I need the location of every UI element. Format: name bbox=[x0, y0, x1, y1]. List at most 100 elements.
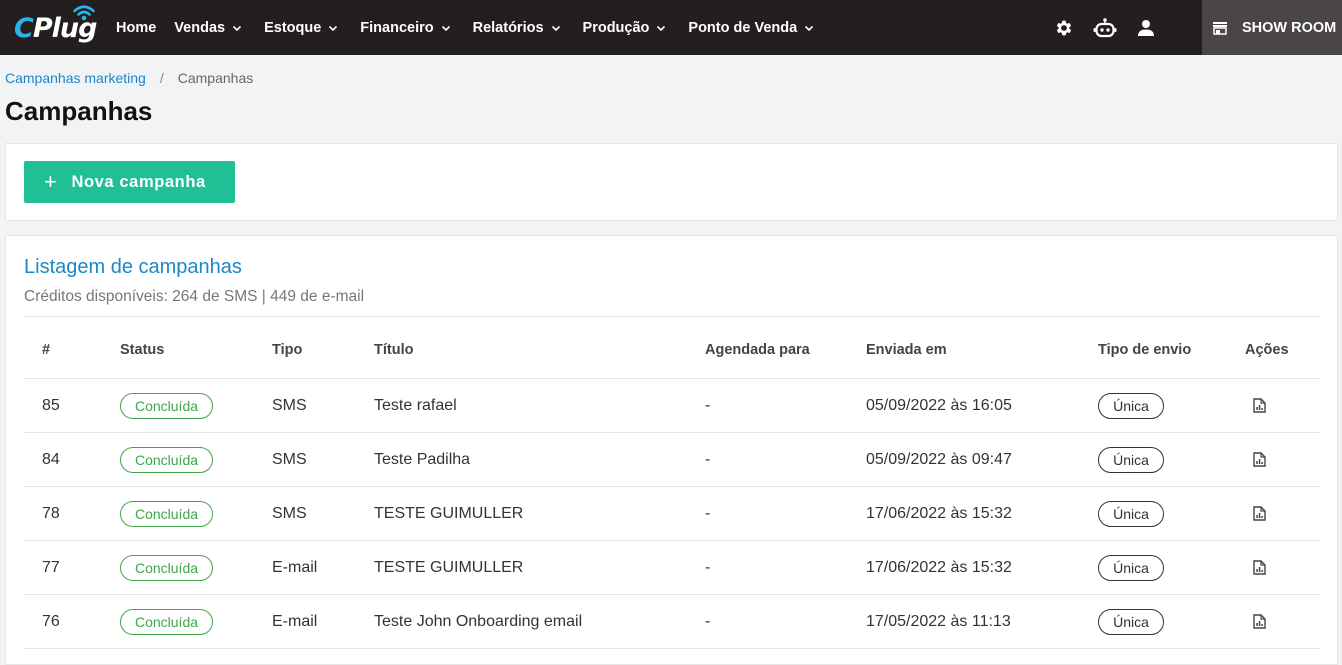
report-icon[interactable] bbox=[1253, 398, 1269, 414]
col-header-status: Status bbox=[120, 342, 165, 358]
row-tipo: E-mail bbox=[272, 612, 318, 630]
row-id: 77 bbox=[42, 558, 60, 576]
nav-producao[interactable]: Produção bbox=[583, 20, 667, 36]
row-enviada: 17/06/2022 às 15:32 bbox=[866, 504, 1012, 522]
chevron-down-icon bbox=[441, 25, 450, 31]
col-header-tipo-envio: Tipo de envio bbox=[1098, 342, 1192, 358]
report-icon[interactable] bbox=[1253, 614, 1269, 630]
row-titulo: TESTE GUIMULLER bbox=[374, 558, 524, 576]
col-header-enviada: Enviada em bbox=[866, 342, 947, 358]
credits-info: Créditos disponíveis: 264 de SMS | 449 d… bbox=[24, 288, 365, 305]
breadcrumb-separator: / bbox=[159, 70, 164, 86]
status-badge: Concluída bbox=[120, 608, 213, 635]
campaigns-table: # Status Tipo Título Agendada para Envia… bbox=[24, 317, 1320, 649]
logo-letter-c: C bbox=[14, 13, 34, 44]
main-nav: Home Vendas Estoque Financeiro Relatório… bbox=[116, 0, 836, 55]
page-title: Campanhas bbox=[5, 96, 153, 126]
row-agendada: - bbox=[705, 558, 711, 576]
row-status: Concluída bbox=[120, 379, 213, 432]
report-icon[interactable] bbox=[1253, 452, 1269, 468]
top-navbar: CPlug Home Vendas Estoque Financeiro Rel… bbox=[0, 0, 1342, 55]
nav-vendas-label: Vendas bbox=[174, 19, 226, 36]
row-titulo: Teste rafael bbox=[374, 396, 457, 414]
row-tipo: SMS bbox=[272, 450, 307, 468]
new-campaign-button[interactable]: + Nova campanha bbox=[24, 161, 235, 203]
user-menu-button[interactable] bbox=[1134, 16, 1158, 40]
row-tipo-envio: Única bbox=[1098, 433, 1164, 486]
row-acoes bbox=[1245, 541, 1269, 594]
show-room-button[interactable]: SHOW ROOM bbox=[1202, 0, 1342, 55]
nav-vendas[interactable]: Vendas bbox=[174, 20, 242, 36]
wifi-icon bbox=[73, 5, 95, 21]
nav-estoque-label: Estoque bbox=[264, 19, 322, 36]
table-row: 77 Concluída E-mail TESTE GUIMULLER - 17… bbox=[24, 541, 1320, 595]
row-status: Concluída bbox=[120, 433, 213, 486]
settings-button[interactable] bbox=[1052, 16, 1076, 40]
breadcrumb-parent-link[interactable]: Campanhas marketing bbox=[5, 70, 146, 86]
row-enviada: 17/06/2022 às 15:32 bbox=[866, 558, 1012, 576]
row-acoes bbox=[1245, 487, 1269, 540]
actions-card: + Nova campanha bbox=[5, 143, 1338, 221]
show-room-label: SHOW ROOM bbox=[1242, 19, 1337, 36]
row-tipo-envio: Única bbox=[1098, 595, 1164, 648]
row-tipo: E-mail bbox=[272, 558, 318, 576]
table-row: 76 Concluída E-mail Teste John Onboardin… bbox=[24, 595, 1320, 649]
send-type-badge: Única bbox=[1098, 392, 1164, 419]
status-badge: Concluída bbox=[120, 554, 213, 581]
chevron-down-icon bbox=[657, 25, 666, 31]
send-type-badge: Única bbox=[1098, 446, 1164, 473]
row-enviada: 05/09/2022 às 16:05 bbox=[866, 396, 1012, 414]
row-acoes bbox=[1245, 433, 1269, 486]
col-header-titulo: Título bbox=[374, 342, 414, 358]
row-tipo-envio: Única bbox=[1098, 487, 1164, 540]
chevron-down-icon bbox=[329, 25, 338, 31]
col-header-agendada: Agendada para bbox=[705, 342, 810, 358]
store-icon bbox=[1213, 21, 1227, 35]
new-campaign-label: Nova campanha bbox=[71, 172, 206, 191]
nav-estoque[interactable]: Estoque bbox=[264, 20, 338, 36]
report-icon[interactable] bbox=[1253, 506, 1269, 522]
assistant-button[interactable] bbox=[1093, 16, 1117, 40]
row-agendada: - bbox=[705, 504, 711, 522]
row-titulo: TESTE GUIMULLER bbox=[374, 504, 524, 522]
row-enviada: 17/05/2022 às 11:13 bbox=[866, 612, 1011, 630]
row-agendada: - bbox=[705, 612, 711, 630]
top-icons bbox=[1052, 0, 1175, 55]
row-titulo: Teste Padilha bbox=[374, 450, 471, 468]
row-id: 84 bbox=[42, 450, 60, 468]
chevron-down-icon bbox=[805, 25, 814, 31]
chevron-down-icon bbox=[551, 25, 560, 31]
row-id: 78 bbox=[42, 504, 60, 522]
campaign-list-card: Listagem de campanhas Créditos disponíve… bbox=[5, 235, 1338, 665]
row-tipo: SMS bbox=[272, 504, 307, 522]
nav-producao-label: Produção bbox=[582, 19, 650, 36]
row-status: Concluída bbox=[120, 595, 213, 648]
nav-home-label: Home bbox=[116, 19, 157, 36]
col-header-id: # bbox=[42, 342, 51, 358]
nav-home[interactable]: Home bbox=[116, 20, 156, 36]
plus-icon: + bbox=[44, 169, 58, 194]
chevron-down-icon bbox=[233, 25, 242, 31]
breadcrumb: Campanhas marketing / Campanhas bbox=[5, 70, 253, 86]
table-row: 85 Concluída SMS Teste rafael - 05/09/20… bbox=[24, 379, 1320, 433]
row-status: Concluída bbox=[120, 541, 213, 594]
status-badge: Concluída bbox=[120, 392, 213, 419]
nav-relatorios[interactable]: Relatórios bbox=[473, 20, 561, 36]
nav-financeiro[interactable]: Financeiro bbox=[360, 20, 450, 36]
nav-ponto-de-venda[interactable]: Ponto de Venda bbox=[688, 20, 814, 36]
row-status: Concluída bbox=[120, 487, 213, 540]
row-agendada: - bbox=[705, 396, 711, 414]
report-icon[interactable] bbox=[1253, 560, 1269, 576]
nav-financeiro-label: Financeiro bbox=[360, 19, 434, 36]
cplug-logo[interactable]: CPlug bbox=[14, 5, 98, 47]
send-type-badge: Única bbox=[1098, 554, 1164, 581]
status-badge: Concluída bbox=[120, 446, 213, 473]
nav-relatorios-label: Relatórios bbox=[472, 19, 544, 36]
table-row: 78 Concluída SMS TESTE GUIMULLER - 17/06… bbox=[24, 487, 1320, 541]
send-type-badge: Única bbox=[1098, 500, 1164, 527]
table-row: 84 Concluída SMS Teste Padilha - 05/09/2… bbox=[24, 433, 1320, 487]
send-type-badge: Única bbox=[1098, 608, 1164, 635]
row-tipo: SMS bbox=[272, 396, 307, 414]
row-enviada: 05/09/2022 às 09:47 bbox=[866, 450, 1012, 468]
breadcrumb-current: Campanhas bbox=[177, 70, 254, 86]
